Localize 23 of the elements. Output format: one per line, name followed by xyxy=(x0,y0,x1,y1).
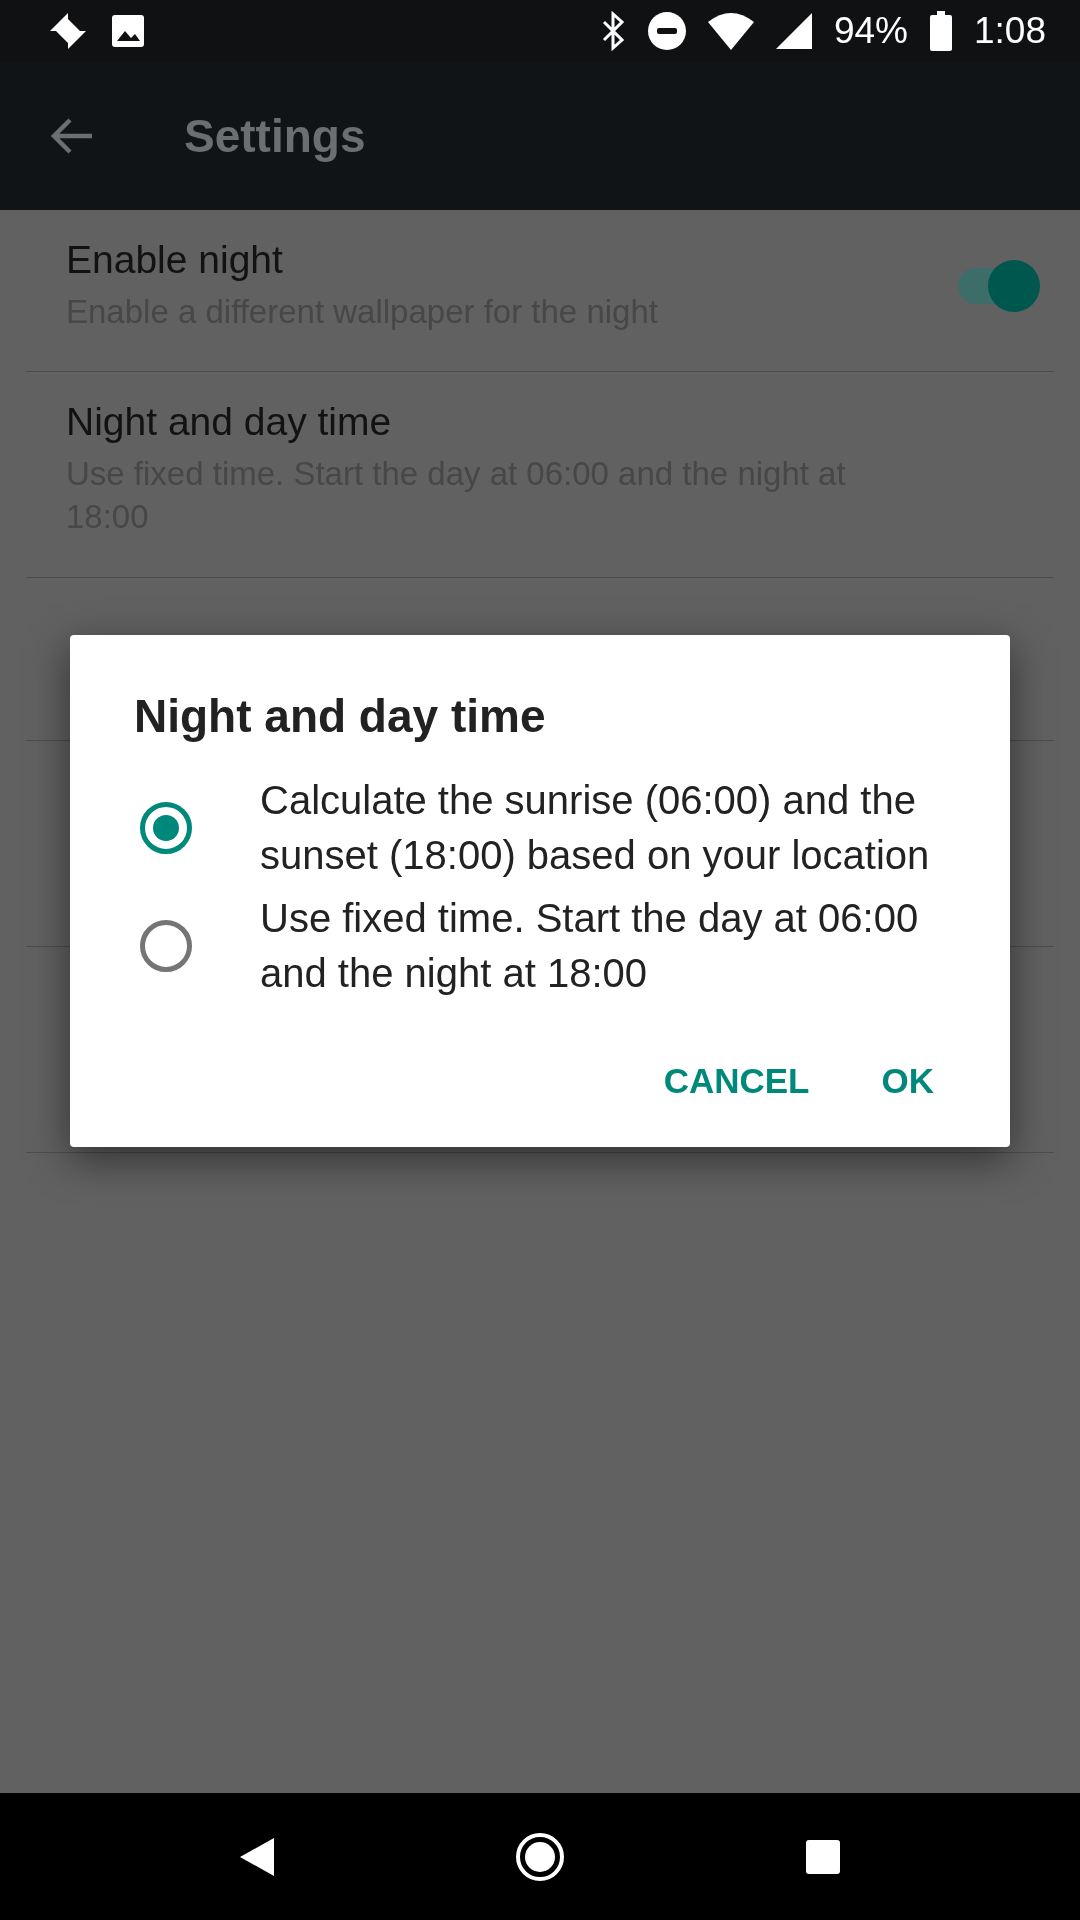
cancel-button[interactable]: CANCEL xyxy=(647,1051,826,1111)
battery-icon xyxy=(930,11,952,51)
toggle-switch[interactable] xyxy=(958,258,1040,314)
dialog-title: Night and day time xyxy=(133,689,547,743)
radio-button[interactable] xyxy=(140,802,192,854)
radio-button[interactable] xyxy=(140,920,192,972)
recents-icon[interactable] xyxy=(805,1839,840,1874)
setting-title: Night and day time xyxy=(66,400,393,444)
option-label[interactable]: Calculate the sunrise (06:00) and the sunset (18:00) based on your location xyxy=(260,773,960,883)
screen-title: Settings xyxy=(184,109,366,163)
back-arrow-icon[interactable] xyxy=(50,116,94,156)
wifi-icon xyxy=(707,12,754,50)
image-icon xyxy=(110,13,146,49)
signal-icon xyxy=(775,13,812,49)
clock: 1:08 xyxy=(974,10,1046,52)
back-icon[interactable] xyxy=(240,1837,275,1876)
setting-title: Enable night xyxy=(66,238,284,282)
do-not-disturb-icon xyxy=(647,12,686,50)
home-icon[interactable] xyxy=(515,1831,565,1882)
ok-button[interactable]: OK xyxy=(865,1051,950,1111)
battery-percent: 94% xyxy=(833,10,908,52)
option-label[interactable]: Use fixed time. Start the day at 06:00 and the night at 18:00 xyxy=(260,891,960,1001)
pinwheel-icon xyxy=(48,11,88,51)
